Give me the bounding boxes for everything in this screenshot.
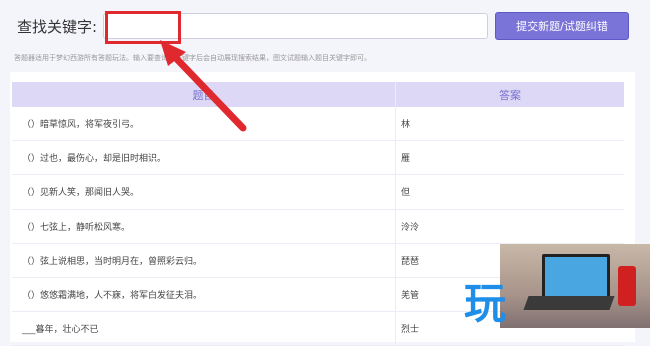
laptop-image [542,254,610,300]
ad-photo [500,244,650,328]
site-logo: 玩 [464,279,507,328]
soda-can-image [618,266,636,306]
